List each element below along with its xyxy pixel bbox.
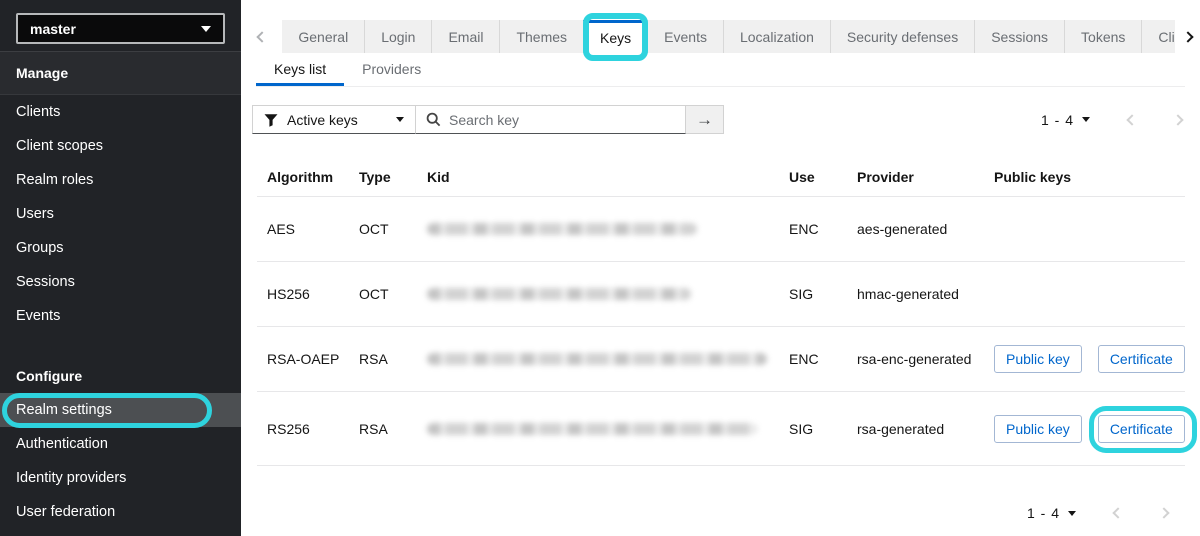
cell-algorithm: AES [267,221,296,237]
cell-kid-redacted [417,353,779,365]
pagination-top: 1 - 4 [1040,105,1184,134]
keycloak-admin-console: master Manage Clients Client scopes Real… [0,0,1200,536]
cell-provider: rsa-enc-generated [857,351,972,367]
sidebar-item-client-scopes[interactable]: Client scopes [0,129,241,163]
cell-use: ENC [789,351,819,367]
table-row-aes: AES OCT ENC aes-generated [257,197,1185,262]
search-key-box [416,105,686,134]
tab-sessions[interactable]: Sessions [974,20,1064,53]
pagination-bottom: 1 - 4 [1026,498,1170,528]
public-key-button[interactable]: Public key [994,414,1082,443]
main-content: General Login Email Themes Keys Events L… [241,0,1200,536]
cell-kid-redacted [417,288,779,300]
tab-scroll-right-button[interactable] [1175,20,1200,53]
cell-algorithm: RSA-OAEP [267,351,340,367]
sidebar: master Manage Clients Client scopes Real… [0,0,241,536]
cell-public-keys: Public key Certificate [984,414,1185,443]
keys-subtabs: Keys list Providers [256,55,1185,87]
chevron-left-icon [256,30,268,43]
cell-type: RSA [359,351,388,367]
subtab-providers[interactable]: Providers [344,55,439,86]
cell-kid-redacted [417,422,779,435]
sidebar-item-authentication[interactable]: Authentication [0,427,241,461]
keys-table: Algorithm Type Kid Use Provider Public k… [257,157,1185,466]
cell-algorithm: HS256 [267,286,310,302]
pagination-caret-icon[interactable] [1082,117,1090,122]
cell-kid-redacted [417,223,779,235]
sidebar-item-clients[interactable]: Clients [0,95,241,129]
search-submit-button[interactable]: → [686,105,724,134]
cell-provider: hmac-generated [857,286,959,302]
search-key-input[interactable] [449,111,675,128]
funnel-icon [264,113,278,127]
pagination-caret-icon[interactable] [1068,510,1076,516]
table-header-row: Algorithm Type Kid Use Provider Public k… [257,157,1185,197]
table-row-rs256: RS256 RSA SIG rsa-generated Public key C… [257,392,1185,466]
search-icon [426,112,441,127]
tab-scroll-left-button[interactable] [241,20,283,53]
pagination-range: 1 - 4 [1040,111,1074,128]
sidebar-item-groups[interactable]: Groups [0,231,241,265]
sidebar-item-sessions[interactable]: Sessions [0,265,241,299]
tab-security-defenses[interactable]: Security defenses [829,20,974,53]
cell-use: ENC [789,221,819,237]
cell-use: SIG [789,286,814,302]
certificate-button[interactable]: Certificate [1097,345,1185,373]
tab-localization[interactable]: Localization [722,20,830,53]
column-header-public-keys: Public keys [994,168,1072,185]
tab-keys[interactable]: Keys [583,20,648,53]
cell-public-keys: Public key Certificate [984,345,1185,373]
sidebar-item-user-federation[interactable]: User federation [0,495,241,529]
column-header-provider: Provider [857,168,914,185]
sidebar-item-realm-roles[interactable]: Realm roles [0,163,241,197]
key-filter-dropdown[interactable]: Active keys [252,105,416,134]
section-label: Manage [16,65,69,81]
table-row-rsa-oaep: RSA-OAEP RSA ENC rsa-enc-generated Publi… [257,327,1185,392]
sidebar-item-users[interactable]: Users [0,197,241,231]
caret-down-icon [201,25,211,32]
key-filter-value: Active keys [287,111,358,128]
tab-general[interactable]: General [282,20,364,53]
cell-type: OCT [359,286,389,302]
sidebar-item-events[interactable]: Events [0,299,241,333]
cell-type: OCT [359,221,389,237]
tab-events[interactable]: Events [647,20,723,53]
pagination-next-button[interactable] [1158,507,1170,519]
certificate-button[interactable]: Certificate [1097,414,1185,443]
column-header-algorithm: Algorithm [267,168,334,185]
sidebar-item-realm-settings[interactable]: Realm settings [0,393,241,427]
column-header-type: Type [359,168,391,185]
column-header-use: Use [789,168,815,185]
realm-selector-value: master [30,20,76,37]
tab-themes[interactable]: Themes [499,20,583,53]
subtab-keys-list[interactable]: Keys list [256,55,345,86]
tab-strip: General Login Email Themes Keys Events L… [282,20,1176,53]
pagination-prev-button[interactable] [1126,113,1138,126]
sidebar-item-identity-providers[interactable]: Identity providers [0,461,241,495]
cell-provider: aes-generated [857,221,948,237]
realm-selector-dropdown[interactable]: master [16,13,225,44]
realm-settings-tabbar: General Login Email Themes Keys Events L… [241,20,1200,53]
sidebar-section-manage: Manage [0,52,241,95]
pagination-prev-button[interactable] [1112,507,1124,519]
section-label: Configure [16,368,83,384]
sidebar-section-configure: Configure [0,359,241,393]
tab-client-policies-clipped[interactable]: Cli [1141,20,1175,53]
tab-email[interactable]: Email [431,20,499,53]
cell-provider: rsa-generated [857,420,945,437]
column-header-kid: Kid [427,168,450,185]
pagination-next-button[interactable] [1172,113,1184,126]
cell-type: RSA [359,420,388,437]
cell-algorithm: RS256 [267,420,310,437]
tab-login[interactable]: Login [364,20,431,53]
tab-tokens[interactable]: Tokens [1064,20,1141,53]
keys-toolbar: Active keys → [252,105,724,134]
cell-use: SIG [789,420,814,437]
table-row-hs256: HS256 OCT SIG hmac-generated [257,262,1185,327]
chevron-right-icon [1182,30,1194,43]
caret-down-icon [396,117,404,122]
pagination-range: 1 - 4 [1026,505,1060,521]
public-key-button[interactable]: Public key [994,345,1082,373]
